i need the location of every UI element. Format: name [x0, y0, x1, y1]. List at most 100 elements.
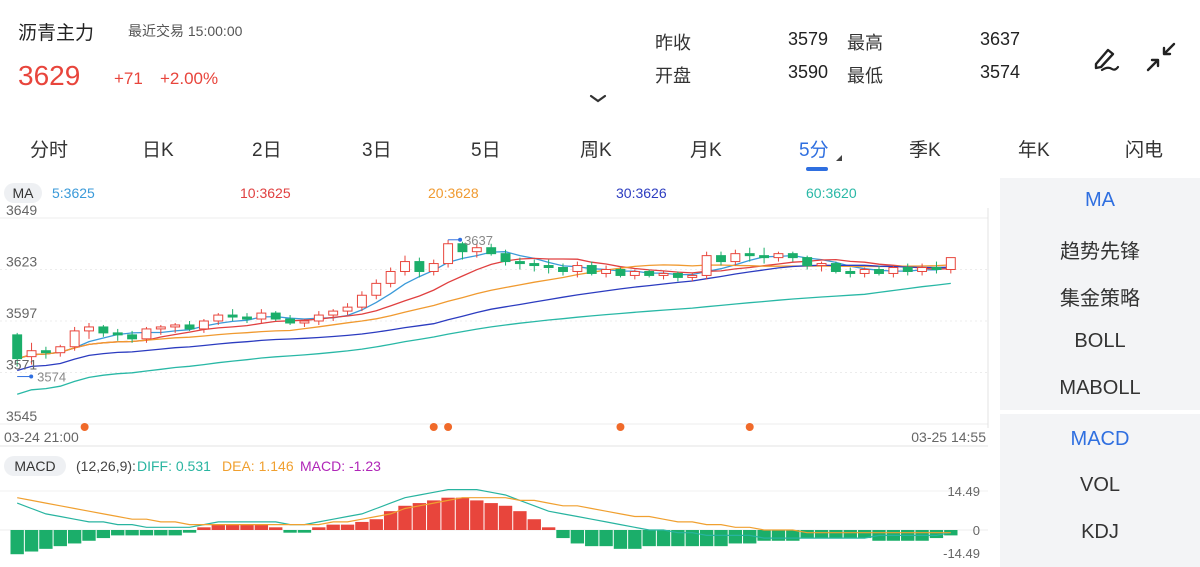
- macd-bar: [340, 524, 355, 530]
- quote-header: 沥青主力 最近交易 15:00:00 3629 +71 +2.00% 昨收 35…: [0, 0, 1200, 125]
- prev-close-value: 3579: [787, 29, 828, 49]
- macd-bar: [541, 527, 556, 530]
- y-tick-label: 3597: [6, 305, 37, 321]
- tab-5day[interactable]: 5日: [471, 135, 501, 162]
- candle-body: [601, 269, 612, 274]
- candle-body: [514, 261, 525, 265]
- candle-body: [586, 265, 597, 274]
- indicator-boll[interactable]: BOLL: [1000, 330, 1200, 353]
- draw-pen-icon[interactable]: [1088, 40, 1122, 74]
- macd-bar: [96, 530, 111, 539]
- candle-body: [730, 253, 741, 263]
- macd-bar: [814, 530, 829, 539]
- macd-bar: [714, 530, 728, 547]
- macd-bar: [786, 530, 800, 541]
- macd-bar: [513, 511, 527, 530]
- high-label: 最高: [847, 33, 883, 53]
- tab-5min[interactable]: 5分: [799, 135, 829, 162]
- price-change-percent: +2.00%: [160, 69, 219, 88]
- macd-bar: [484, 503, 498, 530]
- candle-body: [572, 265, 583, 272]
- macd-bar: [67, 530, 82, 544]
- tab-daily-k[interactable]: 日K: [142, 135, 174, 162]
- candle-body: [816, 263, 827, 267]
- tab-weekly-k[interactable]: 周K: [580, 135, 612, 162]
- y-tick-label: 3545: [6, 408, 37, 424]
- indicator-fund-strategy[interactable]: 集金策略: [1000, 282, 1200, 311]
- chart-markers: 3637 3574: [17, 233, 754, 431]
- candle-body: [716, 255, 726, 263]
- high-marker-label: 3637: [464, 233, 493, 248]
- tab-monthly-k[interactable]: 月K: [690, 135, 722, 162]
- y-tick-label: 3571: [6, 357, 37, 373]
- event-dot: [80, 423, 89, 431]
- macd-bar: [527, 519, 541, 530]
- candle-body: [845, 270, 856, 274]
- macd-bar: [326, 524, 340, 530]
- kline-chart[interactable]: 3637 3574 3649 3623 3597 3571 3545 03-24 21:00…: [0, 178, 990, 567]
- candle-body: [802, 257, 813, 267]
- ma-line: [17, 264, 951, 360]
- macd-y-top: 14.49: [947, 484, 980, 499]
- candle-body: [558, 267, 568, 272]
- candle-body: [759, 255, 770, 259]
- tab-dropdown-caret-icon[interactable]: [836, 155, 842, 161]
- macd-bar: [585, 530, 599, 547]
- candle-body: [184, 324, 195, 330]
- macd-bar: [10, 530, 24, 555]
- macd-y-bottom: -14.49: [943, 546, 980, 561]
- x-start-label: 03-24 21:00: [4, 429, 79, 445]
- tab-yearly-k[interactable]: 年K: [1018, 135, 1050, 162]
- collapse-fullscreen-icon[interactable]: [1144, 40, 1178, 74]
- tab-intraday[interactable]: 分时: [30, 135, 68, 162]
- candle-body: [644, 270, 655, 276]
- indicator-vol[interactable]: VOL: [1000, 474, 1200, 497]
- tab-flash[interactable]: 闪电: [1125, 135, 1163, 162]
- last-trade-time: 最近交易 15:00:00: [128, 23, 243, 39]
- candle-body: [313, 314, 324, 322]
- macd-bar: [498, 505, 513, 530]
- candle-body: [414, 261, 425, 272]
- tab-2day[interactable]: 2日: [252, 135, 282, 162]
- macd-bar: [197, 527, 211, 530]
- candle-body: [787, 253, 798, 259]
- indicator-macd[interactable]: MACD: [1000, 428, 1200, 451]
- macd-bar: [168, 530, 182, 536]
- macd-bar: [556, 530, 570, 539]
- candle-body: [629, 270, 640, 276]
- candle-body: [227, 314, 238, 318]
- candle-body: [658, 272, 669, 276]
- macd-bar: [728, 530, 743, 544]
- candle-body: [69, 330, 80, 348]
- macd-bar: [771, 530, 786, 541]
- indicator-trend-pioneer[interactable]: 趋势先锋: [1000, 235, 1200, 264]
- low-value: 3574: [979, 62, 1020, 82]
- macd-bar: [757, 530, 771, 541]
- candle-body: [830, 263, 841, 272]
- indicator-ma[interactable]: MA: [1000, 189, 1200, 212]
- price-change: +71: [114, 69, 143, 88]
- active-tab-indicator: [806, 167, 828, 171]
- candle-body: [55, 346, 66, 354]
- candle-body: [471, 247, 482, 253]
- candle-body: [859, 269, 870, 274]
- open-value: 3590: [787, 62, 828, 82]
- indicator-maboll[interactable]: MABOLL: [1000, 377, 1200, 400]
- open-label: 开盘: [655, 66, 691, 86]
- high-marker-dot: [458, 237, 463, 242]
- candle-body: [529, 263, 540, 267]
- macd-bar: [656, 530, 671, 547]
- tab-quarterly-k[interactable]: 季K: [909, 135, 941, 162]
- candle-body: [98, 326, 109, 334]
- candle-body: [687, 274, 698, 278]
- macd-bar: [154, 530, 168, 536]
- chevron-down-icon[interactable]: [588, 92, 608, 106]
- macd-bar: [269, 527, 283, 530]
- candle-body: [242, 316, 252, 320]
- candle-body: [371, 282, 382, 296]
- x-end-label: 03-25 14:55: [911, 429, 986, 445]
- macd-bar: [240, 524, 254, 530]
- indicator-kdj[interactable]: KDJ: [1000, 521, 1200, 544]
- tab-3day[interactable]: 3日: [362, 135, 392, 162]
- macd-bar: [211, 524, 225, 530]
